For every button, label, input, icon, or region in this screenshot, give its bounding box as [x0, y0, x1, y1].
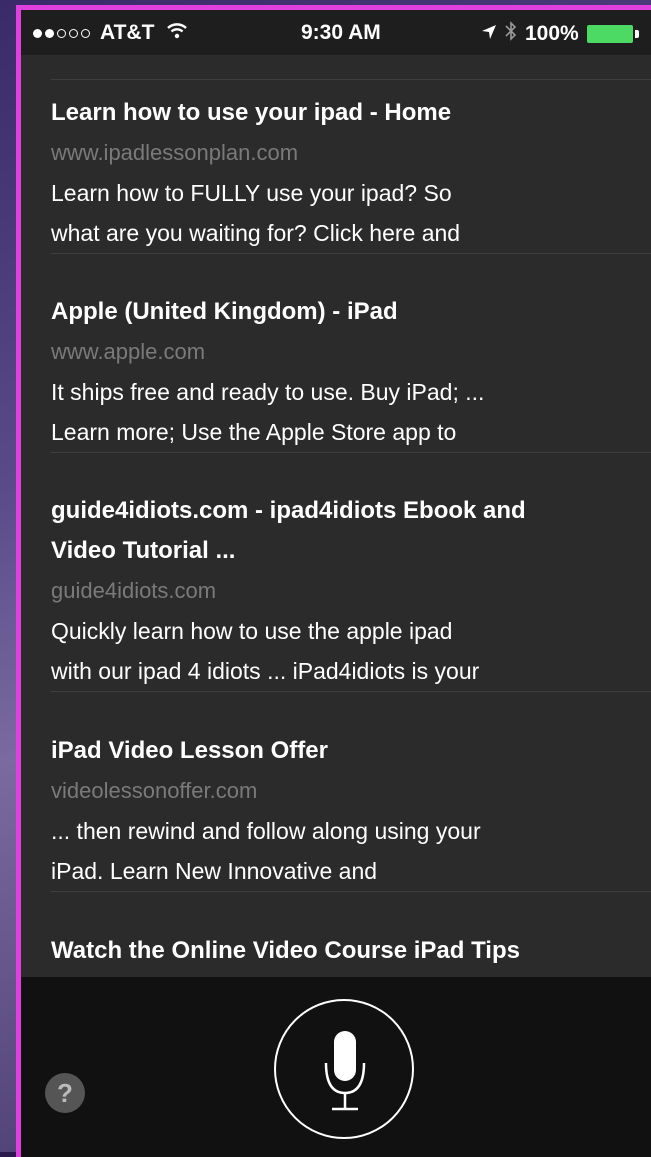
- search-results-panel[interactable]: Learn how to use your ipad - Home www.ip…: [21, 55, 651, 977]
- microphone-button[interactable]: [274, 999, 414, 1139]
- result-snippet-line: Quickly learn how to use the apple ipad: [51, 618, 453, 644]
- result-url: videolessonoffer.com: [51, 778, 258, 803]
- result-snippet-line: what are you waiting for? Click here and: [51, 220, 461, 246]
- status-bar: AT&T 9:30 AM 100%: [21, 10, 651, 55]
- result-title[interactable]: Learn how to use your ipad - Home: [51, 93, 651, 133]
- signal-dot: [33, 28, 42, 38]
- status-bar-left: AT&T: [33, 21, 188, 45]
- result-title[interactable]: Apple (United Kingdom) - iPad: [51, 292, 651, 332]
- carrier-name: AT&T: [100, 21, 155, 44]
- signal-dot: [81, 28, 90, 38]
- signal-dot: [57, 28, 66, 38]
- status-bar-right: 100%: [481, 21, 639, 47]
- result-title[interactable]: iPad Video Lesson Offer: [51, 731, 651, 771]
- result-snippet-line: with our ipad 4 idiots ... iPad4idiots i…: [51, 658, 480, 684]
- clock: 9:30 AM: [301, 21, 381, 44]
- battery-icon: [586, 25, 639, 43]
- microphone-icon: [324, 1031, 366, 1111]
- result-title[interactable]: guide4idiots.com - ipad4idiots Ebook and: [51, 491, 651, 531]
- result-title-continued[interactable]: Video Tutorial ...: [51, 531, 651, 571]
- result-snippet-line: It ships free and ready to use. Buy iPad…: [51, 379, 485, 405]
- bluetooth-icon: [505, 21, 517, 47]
- signal-strength-icon: [33, 28, 90, 38]
- result-title[interactable]: Watch the Online Video Course iPad Tips: [51, 931, 651, 971]
- search-result[interactable]: Apple (United Kingdom) - iPad www.apple.…: [51, 292, 651, 453]
- siri-bottom-bar: ?: [21, 977, 651, 1157]
- signal-dot: [69, 28, 78, 38]
- result-snippet-line: Learn how to FULLY use your ipad? So: [51, 180, 452, 206]
- result-url: guide4idiots.com: [51, 578, 217, 603]
- battery-percent: 100%: [525, 22, 579, 45]
- search-result[interactable]: Learn how to use your ipad - Home www.ip…: [51, 93, 651, 254]
- location-arrow-icon: [481, 24, 497, 45]
- search-result[interactable]: guide4idiots.com - ipad4idiots Ebook and…: [51, 491, 651, 692]
- search-result[interactable]: iPad Video Lesson Offer videolessonoffer…: [51, 731, 651, 892]
- wifi-icon: [166, 21, 188, 45]
- result-url: www.apple.com: [51, 339, 206, 364]
- result-snippet-line: Learn more; Use the Apple Store app to: [51, 419, 457, 445]
- result-url: www.ipadlessonplan.com: [51, 140, 299, 165]
- result-snippet-line: iPad. Learn New Innovative and: [51, 858, 378, 884]
- signal-dot: [45, 28, 54, 38]
- search-result[interactable]: Watch the Online Video Course iPad Tips: [51, 931, 651, 977]
- result-snippet-line: ... then rewind and follow along using y…: [51, 818, 481, 844]
- help-button[interactable]: ?: [45, 1073, 85, 1113]
- phone-screen: AT&T 9:30 AM 100% Learn how to use your …: [16, 5, 651, 1157]
